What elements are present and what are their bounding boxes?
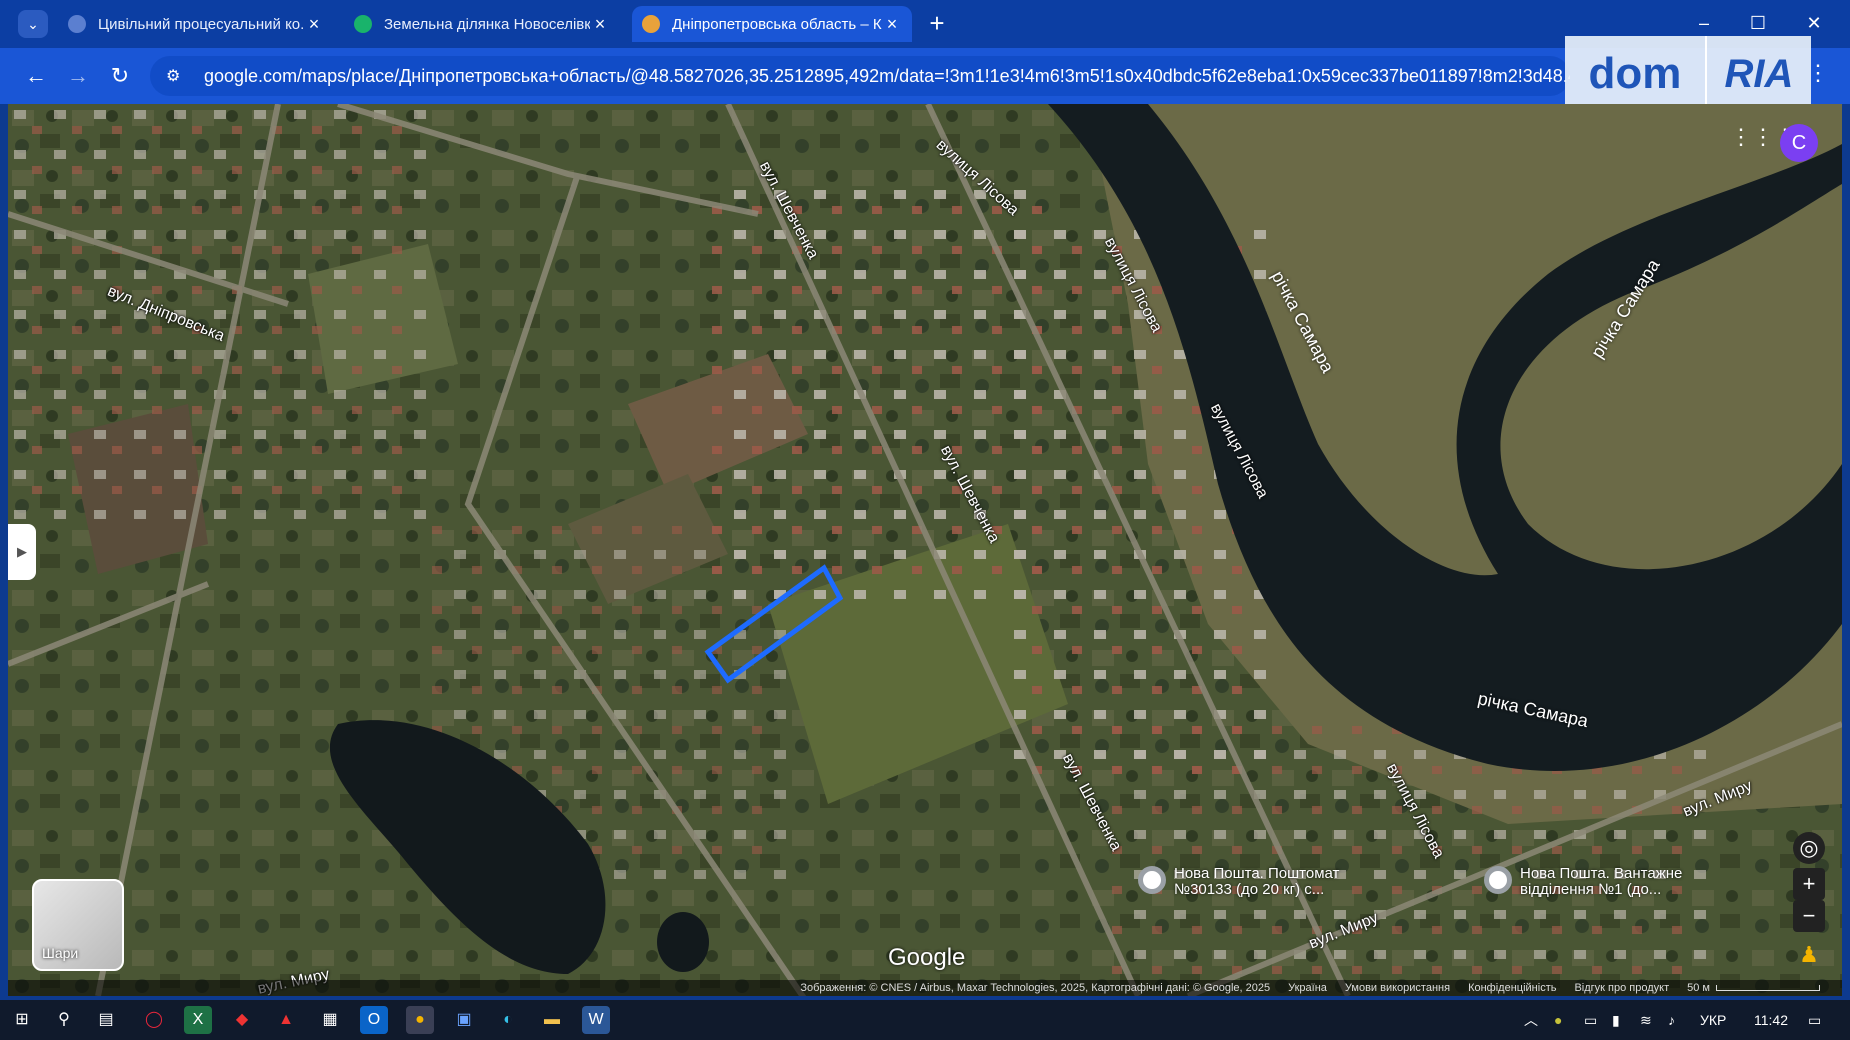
layers-button[interactable]: Шари: [32, 879, 124, 971]
app-red-icon[interactable]: ◆: [228, 1006, 256, 1034]
maximize-icon[interactable]: ☐: [1738, 8, 1778, 38]
feedback-link[interactable]: Відгук про продукт: [1574, 982, 1669, 994]
back-icon[interactable]: ←: [20, 60, 52, 92]
close-tab-icon[interactable]: ×: [590, 14, 610, 35]
address-bar[interactable]: ⚙ google.com/maps/place/Дніпропетровська…: [150, 56, 1570, 96]
store-icon[interactable]: ▦: [316, 1006, 344, 1034]
language-indicator[interactable]: УКР: [1700, 1000, 1726, 1040]
close-window-icon[interactable]: ✕: [1794, 8, 1834, 38]
terms-link[interactable]: Умови використання: [1345, 982, 1450, 994]
file-explorer-icon[interactable]: ▬: [538, 1006, 566, 1034]
my-location-icon[interactable]: ◎: [1793, 832, 1825, 864]
imagery-credit: Зображення: © CNES / Airbus, Maxar Techn…: [800, 982, 1271, 994]
tab-civil-procedure[interactable]: Цивільний процесуальний ко... ×: [58, 6, 334, 42]
expand-side-panel-button[interactable]: ▶: [8, 524, 36, 580]
tab-land-plot[interactable]: Земельна ділянка Новоселівка... ×: [344, 6, 620, 42]
url-text[interactable]: google.com/maps/place/Дніпропетровська+о…: [204, 66, 1570, 87]
reload-icon[interactable]: ↻: [104, 60, 136, 92]
close-tab-icon[interactable]: ×: [882, 14, 902, 35]
meet-icon[interactable]: ▭: [1584, 1000, 1597, 1040]
new-tab-button[interactable]: +: [922, 8, 952, 38]
tab-title: Цивільний процесуальний ко...: [98, 15, 304, 33]
country-link[interactable]: Україна: [1288, 982, 1327, 994]
tray-app-icon[interactable]: ●: [1554, 1000, 1562, 1040]
chrome-icon[interactable]: ●: [406, 1006, 434, 1034]
scale-line: [1716, 985, 1820, 991]
domria-watermark: dom RIA: [1565, 36, 1811, 112]
wifi-icon[interactable]: ≋: [1640, 1000, 1652, 1040]
outlook-icon[interactable]: O: [360, 1006, 388, 1034]
poi-label: Нова Пошта. Поштомат №30133 (до 20 кг) с…: [1174, 865, 1340, 898]
poi-label: Нова Пошта. Вантажне відділення №1 (до..…: [1520, 865, 1683, 898]
tab-title: Дніпропетровська область – К: [672, 15, 882, 33]
poi-nova-poshta-postomat[interactable]: Нова Пошта. Поштомат №30133 (до 20 кг) с…: [1138, 866, 1339, 898]
windows-taskbar: ⊞ ⚲ ▤ ◯ X ◆ ▲ ▦ O ● ▣ ◐ ▬ W ︿ ● ▭ ▮ ≋ ♪ …: [0, 1000, 1850, 1040]
google-apps-icon[interactable]: ⋮⋮⋮: [1730, 124, 1796, 154]
poi-nova-poshta-cargo[interactable]: Нова Пошта. Вантажне відділення №1 (до..…: [1484, 866, 1682, 898]
tab-title: Земельна ділянка Новоселівка...: [384, 15, 590, 33]
close-tab-icon[interactable]: ×: [304, 14, 324, 35]
poi-pin-icon: [1484, 866, 1512, 894]
poi-pin-icon: [1138, 866, 1166, 894]
edge-icon[interactable]: ◐: [494, 1006, 522, 1034]
site-settings-icon[interactable]: ⚙: [166, 66, 188, 86]
opera-icon[interactable]: ◯: [140, 1006, 168, 1034]
forward-icon[interactable]: →: [62, 60, 94, 92]
acrobat-icon[interactable]: ▲: [272, 1006, 300, 1034]
notifications-icon[interactable]: ▭: [1808, 1000, 1821, 1040]
tray-chevron-icon[interactable]: ︿: [1524, 1000, 1538, 1040]
start-icon[interactable]: ⊞: [8, 1006, 36, 1034]
watermark-dom: dom: [1588, 49, 1682, 98]
tab-search-dropdown[interactable]: ⌄: [18, 10, 48, 38]
excel-icon[interactable]: X: [184, 1006, 212, 1034]
tab-favicon-icon: [354, 15, 372, 33]
account-avatar[interactable]: C: [1780, 124, 1818, 162]
pegman-icon[interactable]: ♟: [1796, 942, 1822, 976]
maps-pin-icon: [642, 15, 660, 33]
zoom-out-button[interactable]: −: [1793, 900, 1825, 932]
volume-icon[interactable]: ♪: [1668, 1000, 1675, 1040]
search-icon[interactable]: ⚲: [50, 1006, 78, 1034]
word-icon[interactable]: W: [582, 1006, 610, 1034]
zoom-in-button[interactable]: +: [1793, 868, 1825, 900]
privacy-link[interactable]: Конфіденційність: [1468, 982, 1556, 994]
tab-favicon-icon: [68, 15, 86, 33]
satellite-map[interactable]: вул. Дніпровська вул. Шевченка вулиця Лі…: [8, 104, 1842, 996]
watermark-ria: RIA: [1705, 36, 1811, 112]
google-logo: Google: [888, 944, 966, 971]
minimize-icon[interactable]: –: [1684, 8, 1724, 38]
clock[interactable]: 11:42: [1754, 1000, 1788, 1040]
layers-label: Шари: [42, 945, 79, 961]
battery-icon[interactable]: ▮: [1612, 1000, 1620, 1040]
scale-label: 50 м: [1687, 982, 1710, 994]
save-disk-icon[interactable]: ▣: [450, 1006, 478, 1034]
tab-google-maps[interactable]: Дніпропетровська область – К ×: [632, 6, 912, 42]
map-attribution-bar: Зображення: © CNES / Airbus, Maxar Techn…: [8, 980, 1842, 996]
satellite-imagery: [8, 104, 1842, 996]
task-view-icon[interactable]: ▤: [92, 1006, 120, 1034]
scale-bar[interactable]: 50 м: [1687, 982, 1820, 994]
